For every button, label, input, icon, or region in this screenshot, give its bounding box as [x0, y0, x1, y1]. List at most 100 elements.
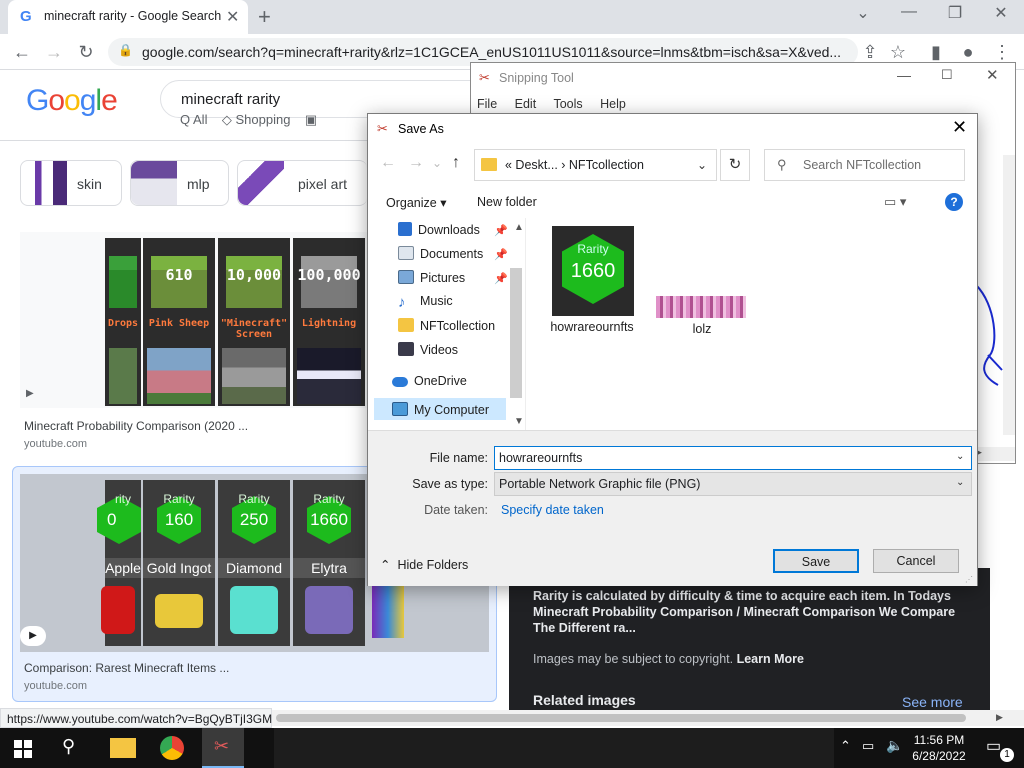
show-hidden-icons[interactable]: ⌃	[840, 738, 851, 754]
nav-item-my-computer[interactable]: My Computer	[392, 402, 489, 417]
chevron-down-icon[interactable]: ⌄	[697, 158, 707, 172]
reload-icon[interactable]: ↻	[74, 40, 98, 64]
new-folder-button[interactable]: New folder	[477, 195, 537, 209]
nav-item-music[interactable]: ♪ Music	[398, 294, 453, 311]
result-title[interactable]: Minecraft Probability Comparison (2020 .…	[24, 419, 248, 433]
menu-tools[interactable]: Tools	[553, 97, 582, 111]
up-folder-icon[interactable]: ↑	[452, 154, 460, 172]
chip-skin[interactable]: skin	[20, 160, 122, 206]
chip-mlp[interactable]: mlp	[130, 160, 229, 206]
recent-locations-icon[interactable]: ⌄	[432, 156, 442, 170]
scroll-right-icon[interactable]: ▶	[996, 712, 1003, 723]
tab-search-icon[interactable]: ⌄	[848, 3, 878, 23]
back-icon[interactable]: ←	[380, 154, 396, 172]
snip-vertical-scrollbar[interactable]	[1003, 155, 1015, 435]
chevron-down-icon[interactable]: ⌄	[956, 477, 964, 488]
taskbar: ⚲ ✂ ⌃ ▭ 🔈 11:56 PM 6/28/2022 ▭ 1	[0, 728, 1024, 768]
clock[interactable]: 11:56 PM 6/28/2022	[896, 732, 982, 764]
scroll-down-icon[interactable]: ▼	[514, 416, 524, 427]
back-icon[interactable]: ←	[10, 40, 34, 64]
help-icon[interactable]: ?	[945, 193, 963, 211]
hide-folders-button[interactable]: ⌃ Hide Folders	[380, 557, 468, 572]
address-breadcrumb[interactable]: « Deskt... › NFTcollection ⌄	[474, 149, 717, 181]
google-tabs: Q All ◇ Shopping ▣	[180, 112, 318, 127]
save-button[interactable]: Save	[773, 549, 859, 573]
file-name: howrareournfts	[550, 320, 634, 334]
nav-item-onedrive[interactable]: OneDrive	[392, 374, 467, 388]
search-icon[interactable]: ⚲	[62, 736, 75, 757]
card-rarity-label: Rarity	[238, 492, 270, 506]
google-logo[interactable]: Google	[26, 84, 118, 118]
profile-icon[interactable]: ●	[956, 40, 980, 64]
search-query: minecraft rarity	[181, 91, 281, 108]
menu-icon[interactable]: ⋮	[990, 40, 1014, 64]
pin-icon: 📌	[494, 273, 508, 285]
forward-icon[interactable]: →	[408, 154, 424, 172]
nav-item-downloads[interactable]: Downloads	[398, 222, 480, 237]
see-more-link[interactable]: See more	[902, 694, 963, 710]
notification-icon[interactable]: ▭	[986, 736, 1001, 756]
new-tab-icon[interactable]: +	[258, 4, 271, 30]
save-type-value: Portable Network Graphic file (PNG)	[499, 477, 701, 491]
result-title[interactable]: Comparison: Rarest Minecraft Items ...	[24, 661, 229, 675]
view-options-icon[interactable]: ▭ ▾	[884, 194, 906, 210]
specify-date-link[interactable]: Specify date taken	[501, 503, 604, 517]
close-window-icon[interactable]: ✕	[986, 3, 1016, 23]
file-name-input[interactable]: howrareournfts ⌄	[494, 446, 972, 470]
chrome-icon[interactable]	[160, 736, 184, 760]
dialog-app-icon: ✂	[377, 121, 388, 136]
nav-item-nftcollection[interactable]: NFTcollection	[398, 318, 495, 333]
snipping-tool-taskbar-button[interactable]: ✂	[202, 728, 244, 768]
minimize-icon[interactable]: —	[897, 67, 911, 83]
scroll-up-icon[interactable]: ▲	[514, 222, 524, 233]
minimize-icon[interactable]: —	[894, 3, 924, 21]
resize-grip-icon[interactable]: ⋰	[965, 575, 973, 584]
nav-item-pictures[interactable]: Pictures	[398, 270, 465, 285]
card-item-name: Elytra	[293, 558, 365, 578]
file-explorer-icon[interactable]	[110, 738, 136, 758]
bookmark-star-icon[interactable]: ☆	[886, 40, 910, 64]
menu-help[interactable]: Help	[600, 97, 626, 111]
chip-pixel-art[interactable]: pixel art	[237, 160, 367, 206]
card-rarity-value: 0	[107, 510, 117, 529]
learn-more-link[interactable]: Learn More	[737, 652, 804, 666]
gold-ingot-icon	[155, 594, 203, 628]
result-card: rity 0 Apple	[97, 480, 141, 646]
cancel-button[interactable]: Cancel	[873, 549, 959, 573]
share-icon[interactable]: ⇪	[858, 40, 882, 64]
nav-scrollbar-thumb[interactable]	[510, 268, 522, 398]
close-icon[interactable]: ✕	[986, 66, 999, 84]
snip-horizontal-scrollbar[interactable]: ▶	[975, 447, 1015, 461]
card-value: 100,000	[297, 266, 361, 284]
chip-thumbnail	[21, 161, 67, 205]
image-preview-panel: Rarity is calculated by difficulty & tim…	[509, 568, 990, 714]
maximize-icon[interactable]: ☐	[941, 67, 953, 83]
image-result-1[interactable]: Drops 610 Pink Sheep 10,000 "Minecraft" …	[20, 232, 370, 408]
snipping-tool-icon: ✂	[479, 70, 490, 85]
refresh-icon[interactable]: ↻	[720, 149, 750, 181]
menu-edit[interactable]: Edit	[515, 97, 537, 111]
restore-icon[interactable]: ❐	[940, 3, 970, 23]
card-scene	[297, 348, 361, 404]
horizontal-scrollbar[interactable]: ▶	[272, 710, 1024, 726]
file-item[interactable]: Rarity 1660 howrareournfts	[544, 226, 640, 334]
nav-item-documents[interactable]: Documents	[398, 246, 483, 261]
browser-tab[interactable]: G minecraft rarity - Google Search ✕	[8, 0, 248, 34]
file-name-value: howrareournfts	[499, 451, 583, 465]
side-panel-icon[interactable]: ▮	[924, 40, 948, 64]
pin-icon: 📌	[494, 249, 508, 261]
windows-start-icon[interactable]	[14, 740, 32, 758]
chevron-down-icon[interactable]: ⌄	[956, 451, 964, 462]
forward-icon[interactable]: →	[42, 40, 66, 64]
card-rarity-value: 1660	[310, 510, 348, 529]
file-item[interactable]: lolz	[654, 296, 750, 336]
tab-close-icon[interactable]: ✕	[226, 7, 239, 27]
nav-item-videos[interactable]: Videos	[398, 342, 458, 357]
network-icon[interactable]: ▭	[862, 738, 874, 754]
save-type-select[interactable]: Portable Network Graphic file (PNG) ⌄	[494, 472, 972, 496]
scrollbar-thumb[interactable]	[276, 714, 966, 722]
organize-button[interactable]: Organize ▾	[386, 195, 446, 210]
menu-file[interactable]: File	[477, 97, 497, 111]
folder-search-input[interactable]: ⚲ Search NFTcollection	[764, 149, 965, 181]
dialog-close-icon[interactable]: ✕	[952, 117, 967, 138]
